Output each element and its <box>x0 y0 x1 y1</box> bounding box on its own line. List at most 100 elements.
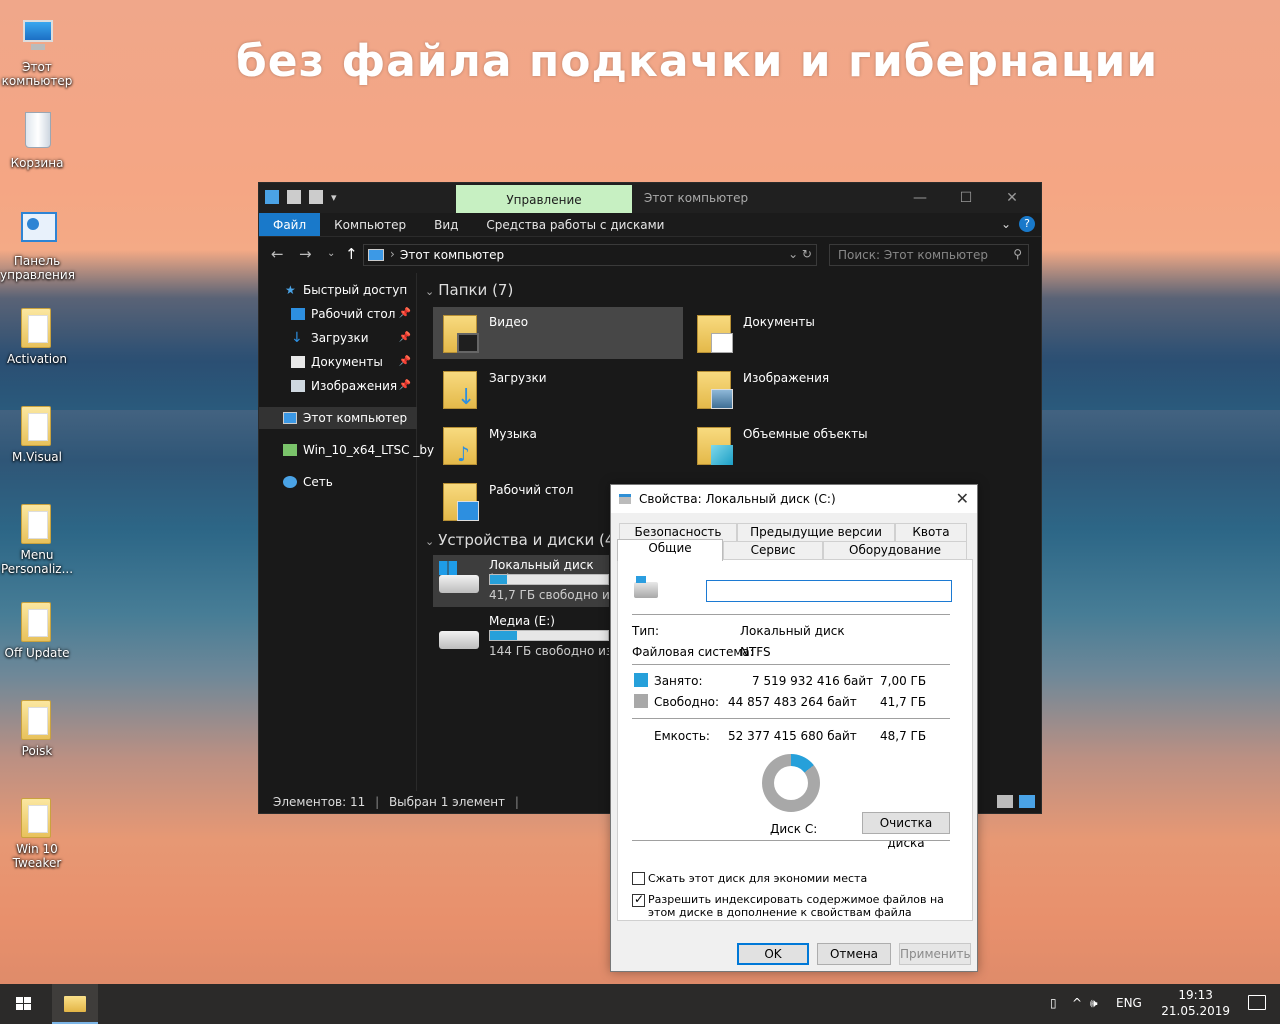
show-hidden-icons-chevron-icon[interactable]: ^ <box>1072 996 1082 1010</box>
desktop-icon-win10-tweaker[interactable]: Win 10 Tweaker <box>0 794 74 870</box>
folder-documents[interactable]: Документы <box>687 307 937 359</box>
desktop-folder-icon <box>443 481 479 521</box>
start-button[interactable] <box>0 984 48 1024</box>
desktop-icon-off-update[interactable]: Off Update <box>0 598 74 660</box>
language-indicator[interactable]: ENG <box>1116 996 1142 1010</box>
close-button[interactable]: ✕ <box>989 187 1035 209</box>
windows-logo-icon <box>439 561 457 575</box>
drive-usage-bar <box>489 630 609 641</box>
tab-hardware[interactable]: Оборудование <box>823 541 967 559</box>
minimize-button[interactable]: — <box>897 187 943 209</box>
expand-ribbon-icon[interactable]: ⌄ <box>1001 217 1011 231</box>
desktop-icon-control-panel[interactable]: Панель управления <box>0 206 75 282</box>
drive-icon <box>283 444 297 456</box>
capacity-bytes: 52 377 415 680 байт <box>728 729 857 743</box>
nav-drive[interactable]: Win_10_x64_LTSC _by <box>259 439 434 461</box>
help-icon[interactable]: ? <box>1019 216 1035 232</box>
allow-indexing-checkbox[interactable] <box>632 892 645 907</box>
usb-device-icon[interactable]: ▯ <box>1050 996 1057 1010</box>
back-arrow-icon[interactable]: ← <box>271 245 284 263</box>
folder-downloads[interactable]: ↓ Загрузки <box>433 363 683 415</box>
tab-drive-tools[interactable]: Средства работы с дисками <box>472 213 678 236</box>
tab-file[interactable]: Файл <box>259 213 321 236</box>
nav-this-pc[interactable]: Этот компьютер <box>259 407 417 429</box>
system-tray: ▯ ^ 🕪 ENG 19:13 21.05.2019 <box>1050 984 1280 1024</box>
customize-qat-chevron-icon[interactable]: ▾ <box>331 191 337 204</box>
devices-group-header[interactable]: ⌄ Устройства и диски (4) <box>425 531 620 549</box>
tab-tools[interactable]: Сервис <box>723 541 823 559</box>
drive-icon <box>634 576 658 598</box>
drive-name-input[interactable] <box>706 580 952 602</box>
volume-icon[interactable]: 🕪 <box>1090 996 1098 1011</box>
action-center-icon[interactable] <box>1248 995 1266 1010</box>
drive-e[interactable]: Медиа (E:) 144 ГБ свободно из 186 ГБ <box>433 611 609 663</box>
pictures-folder-icon <box>697 369 733 409</box>
network-icon <box>283 476 297 488</box>
close-icon[interactable]: ✕ <box>956 489 969 508</box>
disk-usage-donut-chart <box>762 754 820 812</box>
details-view-icon[interactable] <box>997 795 1013 808</box>
new-folder-icon[interactable] <box>309 190 323 204</box>
forward-arrow-icon[interactable]: → <box>299 245 312 263</box>
pin-icon: 📌 <box>398 308 411 319</box>
desktop-icon-menu-personaliz[interactable]: Menu Personaliz... <box>0 500 74 576</box>
search-input[interactable]: Поиск: Этот компьютер ⚲ <box>829 244 1029 266</box>
address-bar[interactable]: › Этот компьютер ⌄ ↻ <box>363 244 817 266</box>
desktop-icon-activation[interactable]: Activation <box>0 304 74 366</box>
filesystem-value: NTFS <box>740 645 771 659</box>
folder-videos[interactable]: Видео <box>433 307 683 359</box>
tab-general[interactable]: Общие <box>617 539 723 561</box>
computer-icon <box>283 412 297 424</box>
properties-icon[interactable] <box>287 190 301 204</box>
clock[interactable]: 19:13 21.05.2019 <box>1161 987 1230 1019</box>
tab-previous-versions[interactable]: Предыдущие версии <box>737 523 895 541</box>
context-tab-manage[interactable]: Управление <box>456 185 632 213</box>
desktop-icon-poisk[interactable]: Poisk <box>0 696 74 758</box>
hard-drive-icon <box>439 631 479 649</box>
nav-desktop[interactable]: Рабочий стол 📌 <box>259 303 417 325</box>
disk-cleanup-button[interactable]: Очистка диска <box>862 812 950 850</box>
desktop-icon-recycle-bin[interactable]: Корзина <box>0 108 74 170</box>
folders-group-header[interactable]: ⌄ Папки (7) <box>425 281 513 299</box>
used-color-swatch <box>634 673 648 687</box>
nav-pictures[interactable]: Изображения 📌 <box>259 375 417 397</box>
free-color-swatch <box>634 694 648 708</box>
nav-downloads[interactable]: ↓ Загрузки 📌 <box>259 327 417 349</box>
cancel-button[interactable]: Отмена <box>817 943 891 965</box>
large-icons-view-icon[interactable] <box>1019 795 1035 808</box>
folder-pictures[interactable]: Изображения <box>687 363 937 415</box>
tab-computer[interactable]: Компьютер <box>320 213 420 236</box>
folder-icon <box>21 308 51 348</box>
drive-usage-bar <box>489 574 609 585</box>
tab-quota[interactable]: Квота <box>895 523 967 541</box>
maximize-button[interactable]: ☐ <box>943 187 989 209</box>
folder-3d-objects[interactable]: Объемные объекты <box>687 419 937 471</box>
desktop-icon-mvisual[interactable]: M.Visual <box>0 402 74 464</box>
folder-icon <box>21 798 51 838</box>
up-arrow-icon[interactable]: ↑ <box>345 245 358 263</box>
used-bytes: 7 519 932 416 байт <box>752 674 874 688</box>
drive-type-value: Локальный диск <box>740 624 845 638</box>
desktop-icon <box>291 308 305 320</box>
taskbar: ▯ ^ 🕪 ENG 19:13 21.05.2019 <box>0 984 1280 1024</box>
drive-c[interactable]: Локальный диск (C:) 41,7 ГБ свободно из … <box>433 555 609 607</box>
breadcrumb-separator-icon[interactable]: › <box>390 247 395 261</box>
compress-drive-checkbox[interactable] <box>632 872 645 885</box>
taskbar-file-explorer[interactable] <box>52 984 98 1024</box>
breadcrumb-this-pc[interactable]: Этот компьютер <box>400 248 504 262</box>
divider <box>632 840 950 841</box>
nav-network[interactable]: Сеть <box>259 471 417 493</box>
folder-icon <box>21 700 51 740</box>
refresh-icon[interactable]: ⌄ ↻ <box>788 247 812 261</box>
desktop-icon-this-pc[interactable]: Этот компьютер <box>0 12 74 88</box>
downloads-folder-icon: ↓ <box>443 369 479 409</box>
tab-view[interactable]: Вид <box>420 213 472 236</box>
nav-quick-access[interactable]: ★ Быстрый доступ <box>259 279 417 301</box>
folder-music[interactable]: ♪ Музыка <box>433 419 683 471</box>
ok-button[interactable]: OK <box>737 943 809 965</box>
disk-label: Диск C: <box>770 822 818 836</box>
computer-icon <box>23 20 53 50</box>
nav-documents[interactable]: Документы 📌 <box>259 351 417 373</box>
apply-button[interactable]: Применить <box>899 943 971 965</box>
recent-locations-chevron-icon[interactable]: ⌄ <box>327 248 335 259</box>
